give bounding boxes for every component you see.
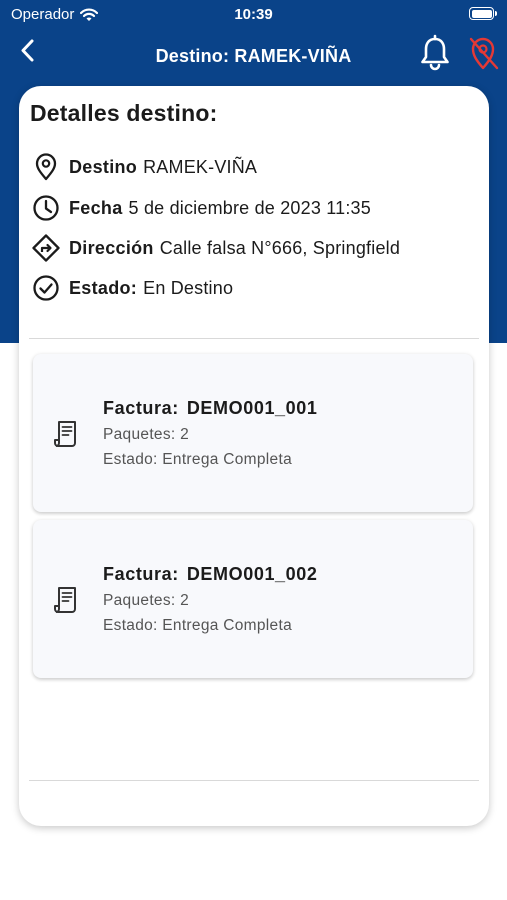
detail-row-direccion: Dirección Calle falsa N°666, Springfield [31, 233, 400, 263]
invoice-card[interactable]: Factura: DEMO001_001 Paquetes: 2 Estado: … [33, 354, 473, 512]
receipt-icon [54, 421, 76, 447]
details-heading: Detalles destino: [30, 100, 218, 126]
status-bar: Operador 10:39 [0, 0, 507, 30]
invoice-status: Estado: Entrega Completa [103, 617, 292, 634]
receipt-icon [54, 587, 76, 613]
invoice-title: Factura: DEMO001_002 [103, 564, 318, 585]
location-off-icon[interactable] [466, 34, 500, 72]
map-pin-icon [31, 152, 61, 182]
detail-value: 5 de diciembre de 2023 11:35 [128, 197, 371, 218]
invoice-number: DEMO001_002 [186, 564, 318, 584]
detail-value: Calle falsa N°666, Springfield [159, 237, 401, 258]
invoice-title: Factura: DEMO001_001 [103, 398, 318, 419]
detail-label: Dirección [69, 237, 154, 258]
invoice-title-label: Factura: [103, 564, 179, 584]
invoice-packages: Paquetes: 2 [103, 592, 190, 609]
navigation-bar: Destino: RAMEK-VIÑA [0, 30, 507, 82]
detail-label: Destino [69, 156, 138, 177]
destination-details-card: Detalles destino: Destino RAMEK-VIÑA Fec… [19, 86, 489, 826]
invoice-packages: Paquetes: 2 [103, 426, 190, 443]
screen: Operador 10:39 Destino: RAMEK-VIÑA Detal… [0, 0, 507, 900]
invoice-number: DEMO001_001 [186, 398, 318, 418]
detail-label: Estado: [69, 277, 138, 298]
invoice-card[interactable]: Factura: DEMO001_002 Paquetes: 2 Estado: … [33, 520, 473, 678]
check-circle-icon [31, 273, 61, 303]
detail-row-estado: Estado: En Destino [31, 273, 233, 303]
direction-sign-icon [31, 233, 61, 263]
detail-value: En Destino [143, 277, 234, 298]
clock: 10:39 [234, 6, 273, 23]
divider [29, 780, 479, 781]
invoice-status: Estado: Entrega Completa [103, 451, 292, 468]
battery-icon [469, 7, 497, 20]
detail-row-destino: Destino RAMEK-VIÑA [31, 152, 257, 182]
clock-icon [31, 193, 61, 223]
detail-value: RAMEK-VIÑA [143, 156, 258, 177]
invoice-title-label: Factura: [103, 398, 179, 418]
bell-icon[interactable] [418, 34, 452, 72]
divider [29, 338, 479, 339]
detail-row-fecha: Fecha 5 de diciembre de 2023 11:35 [31, 193, 371, 223]
detail-label: Fecha [69, 197, 123, 218]
